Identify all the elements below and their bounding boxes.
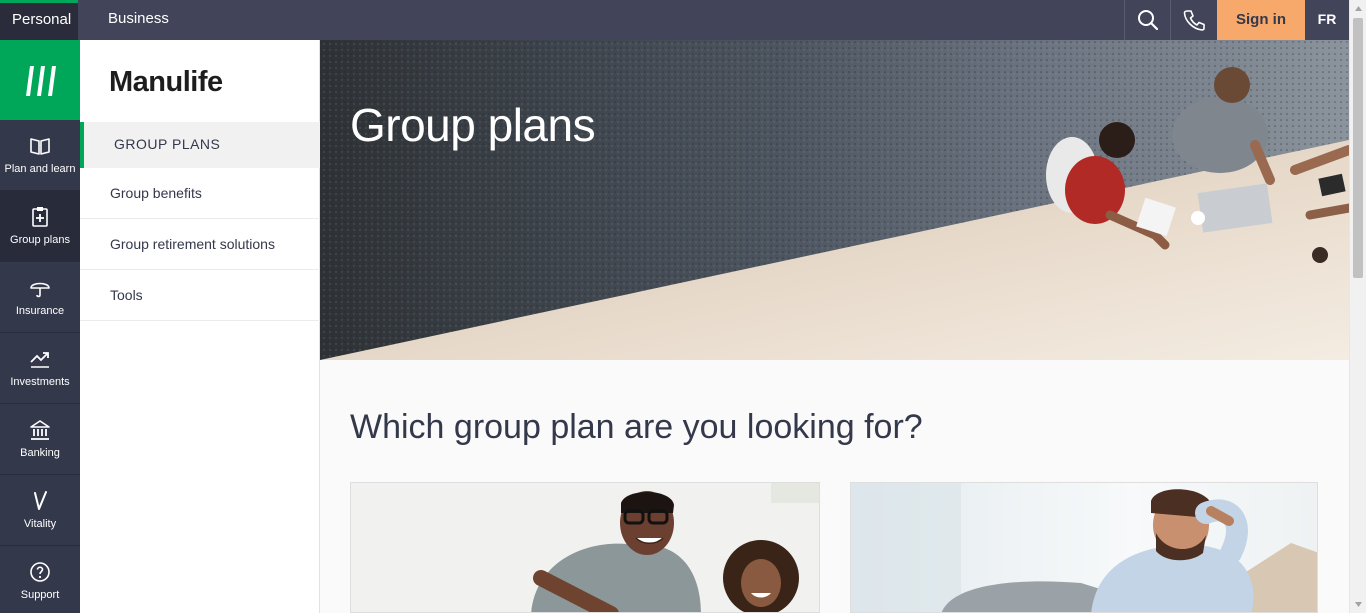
tab-personal[interactable]: Personal	[0, 0, 78, 40]
rail-item-label: Group plans	[10, 234, 70, 246]
rail-item-label: Investments	[10, 376, 70, 388]
contact-button[interactable]	[1170, 0, 1216, 40]
sub-navigation: Manulife GROUP PLANS Group benefits Grou…	[80, 40, 320, 613]
rail-item-insurance[interactable]: Insurance	[0, 262, 80, 333]
rail-item-banking[interactable]: Banking	[0, 404, 80, 475]
page-title: Group plans	[350, 99, 596, 151]
phone-icon	[1183, 10, 1205, 31]
brand-wordmark[interactable]: Manulife	[109, 66, 223, 99]
sign-in-button[interactable]: Sign in	[1217, 0, 1305, 40]
question-icon	[30, 562, 50, 582]
scroll-thumb[interactable]	[1353, 18, 1363, 278]
rail-item-label: Insurance	[15, 305, 65, 317]
rail-item-plan-and-learn[interactable]: Plan and learn	[0, 120, 80, 191]
hero-image	[320, 40, 1349, 360]
subnav-item-tools[interactable]: Tools	[80, 270, 320, 321]
top-bar: Personal Business Sign in FR	[0, 0, 1349, 40]
trend-up-icon	[30, 352, 49, 368]
page-scrollbar[interactable]	[1349, 0, 1366, 613]
left-rail: Plan and learn Group plans Insurance Inv…	[0, 40, 80, 613]
vitality-check-icon	[34, 491, 47, 510]
scroll-up-icon[interactable]	[1350, 0, 1366, 17]
logo-home-link[interactable]	[0, 40, 80, 120]
rail-item-label: Banking	[20, 447, 60, 459]
clipboard-plus-icon	[32, 207, 48, 227]
tab-business[interactable]: Business	[96, 0, 181, 40]
rail-item-label: Support	[20, 589, 60, 601]
hero-banner: Group plans	[320, 40, 1349, 360]
rail-item-label: Vitality	[23, 518, 57, 530]
search-icon	[1137, 10, 1158, 31]
umbrella-icon	[30, 282, 50, 298]
scroll-down-icon[interactable]	[1350, 596, 1366, 613]
plan-card-group-benefits[interactable]	[350, 482, 820, 613]
bank-icon	[30, 420, 50, 440]
plan-card-group-retirement[interactable]	[850, 482, 1318, 613]
rail-item-group-plans[interactable]: Group plans	[0, 191, 80, 262]
subnav-heading-group-plans[interactable]: GROUP PLANS	[80, 122, 320, 168]
book-icon	[30, 138, 50, 155]
manulife-logo-icon	[26, 66, 56, 96]
search-button[interactable]	[1124, 0, 1170, 40]
rail-item-label: Plan and learn	[4, 163, 76, 175]
rail-item-vitality[interactable]: Vitality	[0, 475, 80, 546]
language-toggle[interactable]: FR	[1305, 0, 1349, 40]
rail-item-investments[interactable]: Investments	[0, 333, 80, 404]
rail-item-support[interactable]: Support	[0, 546, 80, 613]
card-image-family	[351, 483, 819, 612]
subnav-item-group-retirement[interactable]: Group retirement solutions	[80, 219, 320, 270]
card-image-relaxing-man	[851, 483, 1317, 612]
section-title: Which group plan are you looking for?	[350, 408, 923, 446]
subnav-item-group-benefits[interactable]: Group benefits	[80, 168, 320, 219]
